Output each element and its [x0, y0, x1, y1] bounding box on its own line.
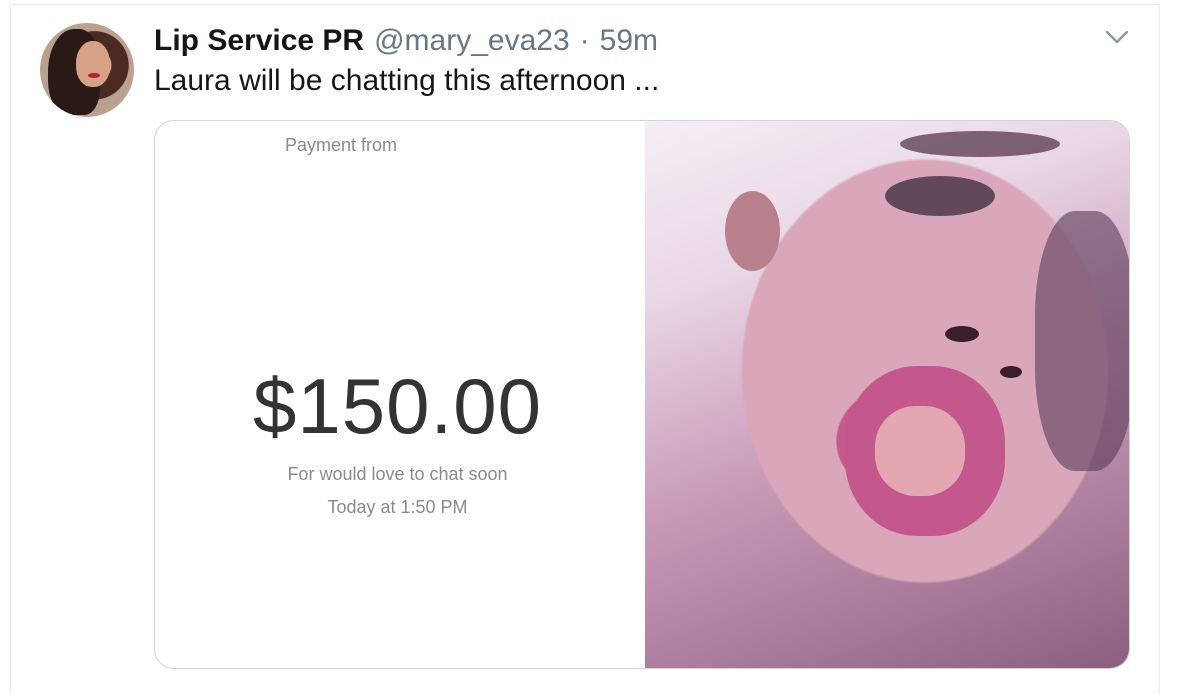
photo-nostril [1000, 366, 1022, 378]
payment-from-label: Payment from [285, 135, 398, 155]
photo-ear [725, 191, 780, 271]
tweet-media[interactable]: Payment from $150.00 For would love to c… [154, 120, 1130, 669]
payment-amount: $150.00 [253, 362, 542, 450]
tweet-header: Lip Service PR @mary_eva23 · 59m [154, 24, 658, 60]
avatar-lips [88, 73, 100, 78]
photo-nostril [945, 326, 979, 342]
separator-dot: · [579, 24, 590, 57]
timestamp[interactable]: 59m [600, 24, 658, 58]
chevron-down-icon[interactable] [1104, 28, 1130, 46]
photo-eye [885, 176, 995, 216]
display-name[interactable]: Lip Service PR [154, 24, 364, 58]
photo-tongue [875, 406, 965, 496]
photo-hair [1035, 211, 1129, 471]
avatar[interactable] [40, 23, 134, 117]
user-handle[interactable]: @mary_eva23 [374, 24, 570, 58]
payment-receipt: Payment from $150.00 For would love to c… [155, 121, 645, 668]
photo [645, 121, 1129, 668]
payment-note: For would love to chat soon [287, 464, 508, 484]
tweet-text: Laura will be chatting this afternoon ..… [154, 64, 660, 97]
photo-brow [900, 131, 1060, 157]
payment-date: Today at 1:50 PM [327, 497, 468, 517]
avatar-face [76, 41, 110, 87]
